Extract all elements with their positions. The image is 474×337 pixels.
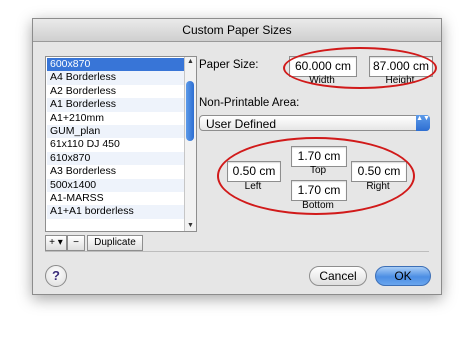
duplicate-button[interactable]: Duplicate <box>87 235 143 251</box>
footer-divider <box>45 251 429 252</box>
bottom-caption: Bottom <box>302 200 334 211</box>
bottom-margin-field[interactable]: 1.70 cm <box>291 180 347 201</box>
list-item[interactable]: A1+A1 borderless <box>47 205 184 219</box>
list-item[interactable]: A4 Borderless <box>47 71 184 85</box>
list-item[interactable]: A2 Borderless <box>47 85 184 98</box>
list-item[interactable]: A1+210mm <box>47 112 184 125</box>
right-caption: Right <box>366 181 390 192</box>
paper-height-field[interactable]: 87.000 cm <box>369 56 433 77</box>
scroll-down-arrow-icon[interactable]: ▼ <box>185 221 196 231</box>
remove-paper-size-button[interactable]: − <box>67 235 85 251</box>
paper-size-list-items: 600x870 A4 Borderless A2 Borderless A1 Bord… <box>47 58 184 230</box>
list-item[interactable]: 610x870 <box>47 151 184 166</box>
paper-width-field[interactable]: 60.000 cm <box>289 56 357 77</box>
add-paper-size-button[interactable]: + ▾ <box>45 235 67 251</box>
custom-paper-sizes-dialog: Custom Paper Sizes 600x870 A4 Borderless A… <box>32 18 442 295</box>
top-margin-field[interactable]: 1.70 cm <box>291 146 347 167</box>
top-caption: Top <box>309 165 327 176</box>
non-printable-area-label: Non-Printable Area: <box>199 97 300 109</box>
paper-size-list[interactable]: 600x870 A4 Borderless A2 Borderless A1 Bord… <box>45 56 197 232</box>
scroll-up-arrow-icon[interactable]: ▲ <box>185 57 196 67</box>
paper-size-label: Paper Size: <box>199 59 259 71</box>
cancel-button[interactable]: Cancel <box>309 266 367 286</box>
window-title: Custom Paper Sizes <box>33 19 441 42</box>
list-item[interactable]: GUM_plan <box>47 124 184 139</box>
height-caption: Height <box>385 75 415 86</box>
list-item[interactable]: 500x1400 <box>47 178 184 192</box>
left-caption: Left <box>244 181 262 192</box>
left-margin-field[interactable]: 0.50 cm <box>227 161 281 182</box>
list-item[interactable]: 61x110 DJ 450 <box>47 138 184 151</box>
list-item[interactable]: A1 Borderless <box>47 98 184 112</box>
list-item[interactable]: A1-MARSS <box>47 192 184 205</box>
list-item[interactable]: 600x870 <box>47 58 184 72</box>
width-caption: Width <box>309 75 335 86</box>
list-scrollbar[interactable]: ▲ ▼ <box>184 57 196 231</box>
scrollbar-thumb[interactable] <box>186 81 194 141</box>
list-item[interactable]: A3 Borderless <box>47 165 184 178</box>
help-button[interactable]: ? <box>45 265 67 287</box>
popup-selected-value: User Defined <box>206 117 277 131</box>
right-margin-field[interactable]: 0.50 cm <box>351 161 407 182</box>
non-printable-area-popup[interactable]: User Defined ▲▼ <box>199 115 430 131</box>
popup-arrows-icon: ▲▼ <box>416 115 430 131</box>
ok-button[interactable]: OK <box>375 266 431 286</box>
